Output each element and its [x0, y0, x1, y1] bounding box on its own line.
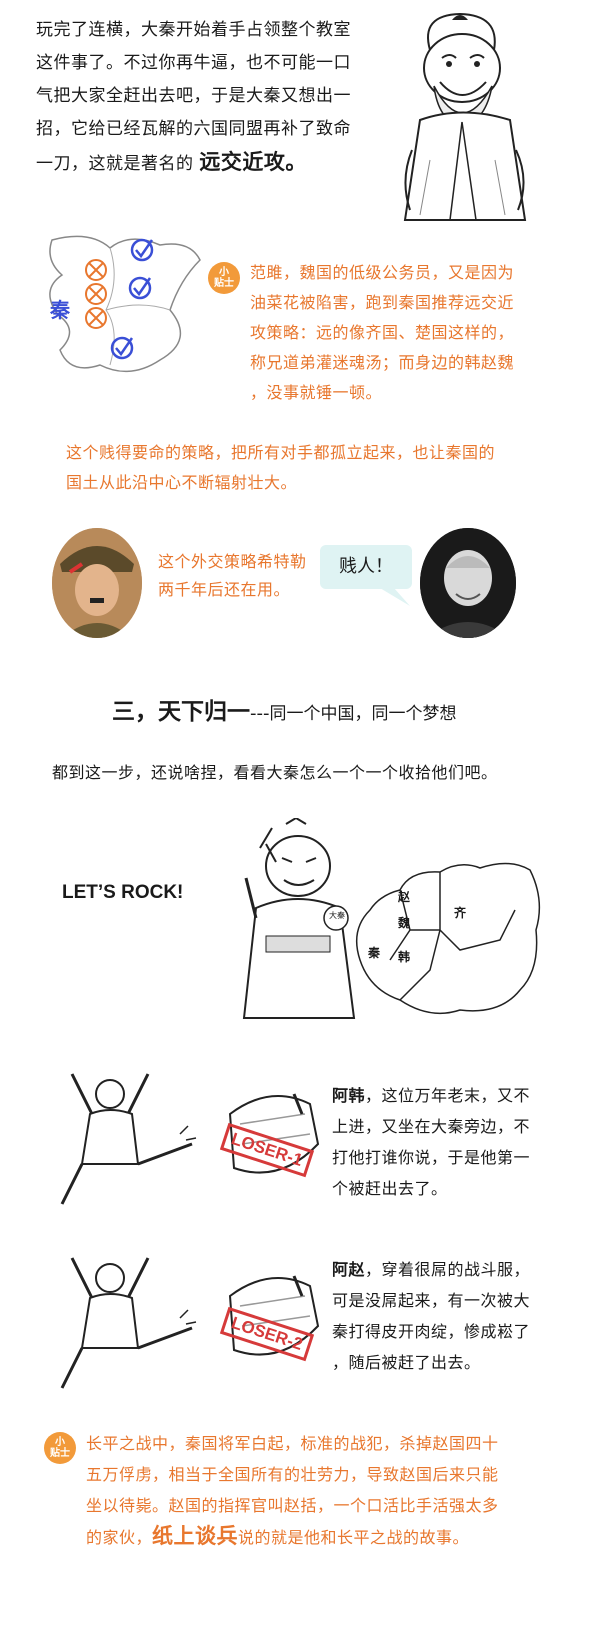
section3-title: 三，天下归一: [112, 699, 250, 725]
tip-badge-icon: 小 贴士: [208, 262, 240, 294]
map2-zhao: 赵: [398, 890, 411, 904]
tip1-line: ，没事就锤一顿。: [250, 383, 383, 402]
intro-line: 招，它给已经瓦解的六国同盟再补了致命: [36, 119, 351, 139]
tip-badge-icon-2: 小 贴士: [44, 1432, 76, 1464]
loser2-first: ，穿着很屌的战斗服，: [365, 1260, 531, 1279]
loser2-text: 阿赵，穿着很屌的战斗服， 可是没屌起来，有一次被大 秦打得皮开肉绽，惨成崧了 ，…: [332, 1254, 552, 1378]
confucius-cartoon: [403, 12, 527, 221]
tip1-line: 油菜花被陷害，跑到秦国推荐远交近: [250, 293, 515, 312]
loser2-line: ，随后被赶了出去。: [332, 1353, 481, 1372]
section3-heading: 三，天下归一---同一个中国，同一个梦想: [112, 692, 532, 726]
tip2-idiom: 纸上谈兵: [152, 1524, 239, 1548]
map2-wei: 魏: [398, 916, 411, 930]
lets-rock-text: LET’S ROCK!: [62, 882, 184, 903]
map-warring-states: [355, 862, 541, 1015]
hitler-text: 这个外交策略希特勒 两千年后还在用。: [158, 548, 328, 604]
hitler-line: 这个外交策略希特勒: [158, 552, 307, 571]
tip2-line: 五万俘虏，相当于全国所有的壮劳力，导致赵国后来只能: [86, 1465, 499, 1484]
tip2-last-pre: 的家伙，: [86, 1528, 153, 1547]
tip2-text: 长平之战中，秦国将军白起，标准的战犯，杀掉赵国四十 五万俘虏，相当于全国所有的壮…: [86, 1428, 566, 1553]
tip1-text: 范雎，魏国的低级公务员，又是因为 油菜花被陷害，跑到秦国推荐远交近 攻策略：远的…: [250, 258, 550, 408]
tip-badge-line: 贴士: [214, 278, 234, 289]
strategy-text: 这个贱得要命的策略，把所有对手都孤立起来，也让秦国的 国土从此沿中心不断辐射壮大…: [66, 438, 566, 498]
loser2-line: 可是没屌起来，有一次被大: [332, 1291, 531, 1310]
tip2-last-post: 说的就是他和长平之战的故事。: [238, 1528, 470, 1547]
intro-last-line: 一刀，这就是著名的: [36, 154, 194, 174]
intro-highlight: 远交近攻。: [199, 150, 307, 174]
intro-line: 一刀，这就是著名的 远交近攻。: [36, 146, 396, 181]
map2-qin: 秦: [368, 946, 381, 960]
tip2-line: 长平之战中，秦国将军白起，标准的战犯，杀掉赵国四十: [86, 1434, 499, 1453]
speech-bubble-tail: [380, 588, 410, 606]
map-label-qin: 秦: [50, 298, 70, 322]
speech-bubble: 贱人！: [320, 545, 412, 589]
map2-han: 韩: [398, 950, 411, 964]
loser1-name: 阿韩: [332, 1086, 366, 1105]
speech-bubble-text: 贱人！: [339, 556, 393, 577]
tip-badge-line: 小: [55, 1437, 65, 1448]
tip-badge-line: 小: [219, 267, 229, 278]
intro-line: 玩完了连横，大秦开始着手占领整个教室: [36, 20, 351, 40]
tip2-line: 坐以待毙。赵国的指挥官叫赵括，一个口活比手活强太多: [86, 1496, 499, 1515]
section3-subtitle: 同一个中国，同一个梦想: [269, 704, 457, 724]
kicking-warrior-cartoon-2: [60, 1257, 197, 1389]
tip1-line: 攻策略：远的像齐国、楚国这样的，: [250, 323, 515, 342]
strategy-line: 这个贱得要命的策略，把所有对手都孤立起来，也让秦国的: [66, 443, 496, 462]
strategy-line: 国土从此沿中心不断辐射壮大。: [66, 473, 298, 492]
kicking-warrior-cartoon: [60, 1073, 197, 1205]
hitler-line: 两千年后还在用。: [158, 580, 291, 599]
intro-line: 气把大家全赶出去吧，于是大秦又想出一: [36, 86, 351, 106]
loser1-first: ，这位万年老末，又不: [365, 1086, 531, 1105]
hitler-portrait: [52, 528, 142, 638]
loser1-line: 个被赶出去了。: [332, 1179, 448, 1198]
loser1-text: 阿韩，这位万年老末，又不 上进，又坐在大秦旁边，不 打他打谁你说，于是他第一 个…: [332, 1080, 552, 1204]
intro-line: 这件事了。不过你再牛逼，也不可能一口: [36, 53, 351, 73]
intro-paragraph: 玩完了连横，大秦开始着手占领整个教室 这件事了。不过你再牛逼，也不可能一口 气把…: [36, 14, 396, 181]
lead-text: 都到这一步，还说啥捏，看看大秦怎么一个一个收拾他们吧。: [52, 763, 498, 782]
eisenhower-portrait: [420, 528, 516, 638]
loser2-line: 秦打得皮开肉绽，惨成崧了: [332, 1322, 531, 1341]
section3-dashes: ---: [250, 703, 270, 724]
tip1-line: 范雎，魏国的低级公务员，又是因为: [250, 263, 515, 282]
map2-qi: 齐: [454, 906, 467, 920]
loser1-line: 打他打谁你说，于是他第一: [332, 1148, 531, 1167]
tip-badge-line: 贴士: [50, 1448, 70, 1459]
loser2-name: 阿赵: [332, 1260, 366, 1279]
tip2-line: 的家伙，纸上谈兵说的就是他和长平之战的故事。: [86, 1521, 566, 1553]
loser1-line: 上进，又坐在大秦旁边，不: [332, 1117, 531, 1136]
tip1-line: 称兄道弟灌迷魂汤；而身边的韩赵魏: [250, 353, 515, 372]
